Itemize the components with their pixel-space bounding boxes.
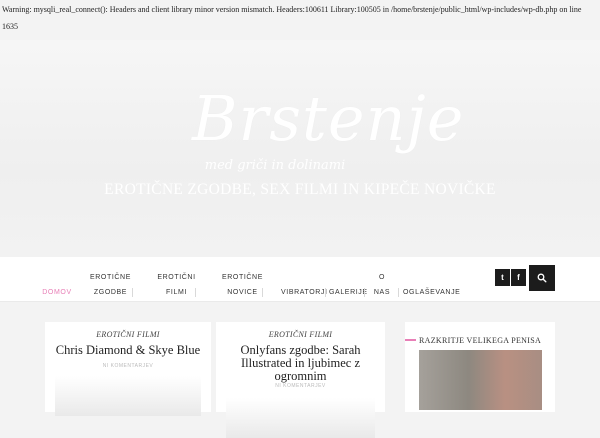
nav-separator xyxy=(325,288,326,297)
nav-item-label: EROTIČNE xyxy=(222,274,263,281)
post-category[interactable]: EROTIČNI FILMI xyxy=(216,330,385,339)
nav-separator xyxy=(195,288,196,297)
nav-item-label: VIBRATORJI xyxy=(281,289,328,296)
nav-separator xyxy=(262,288,263,297)
nav-item-label: DOMOV xyxy=(42,289,72,296)
nav-item-label: EROTIČNI xyxy=(157,274,196,281)
widget-accent xyxy=(405,339,416,341)
nav-item-domov[interactable]: DOMOV xyxy=(40,285,74,300)
nav-item-label: EROTIČNE xyxy=(90,274,131,281)
sidebar-widget: RAZKRITJE VELIKEGA PENISA xyxy=(405,322,555,412)
widget-image[interactable] xyxy=(419,350,542,410)
search-button[interactable] xyxy=(529,265,555,291)
nav-item-galerije[interactable]: GALERIJE xyxy=(329,285,367,300)
nav-item-eroticni-filmi[interactable]: EROTIČNI FILMI xyxy=(154,270,199,300)
site-tagline: EROTIČNE ZGODBE, SEX FILMI IN KIPEČE NOV… xyxy=(104,181,496,198)
nav-separator xyxy=(364,288,365,297)
nav-item-label: FILMI xyxy=(166,289,187,296)
nav-separator xyxy=(132,288,133,297)
nav-item-label: ZGODBE xyxy=(93,289,128,296)
post-card[interactable]: EROTIČNI FILMI Onlyfans zgodbe: Sarah Il… xyxy=(216,322,385,438)
nav-item-label: OGLAŠEVANJE xyxy=(403,289,461,296)
site-tagline-script: med griči in dolinami xyxy=(204,158,346,173)
nav-item-label: NOVICE xyxy=(227,289,258,296)
nav-item-label: GALERIJE xyxy=(329,289,368,296)
post-card[interactable]: EROTIČNI FILMI Chris Diamond & Skye Blue… xyxy=(45,322,211,416)
twitter-button[interactable]: t xyxy=(495,269,510,286)
facebook-icon: f xyxy=(517,273,520,282)
nav-separator xyxy=(398,288,399,297)
php-warning: Warning: mysqli_real_connect(): Headers … xyxy=(2,5,582,31)
site-header: Brstenje med griči in dolinami EROTIČNE … xyxy=(0,40,600,257)
site-logo[interactable]: Brstenje xyxy=(192,88,463,150)
nav-item-o-nas[interactable]: O NAS xyxy=(370,270,394,300)
post-thumbnail[interactable] xyxy=(55,376,201,416)
post-comments[interactable]: NI KOMENTARJEV xyxy=(216,383,385,389)
nav-item-label: NAS xyxy=(373,289,391,296)
facebook-button[interactable]: f xyxy=(511,269,526,286)
nav-item-eroticne-novice[interactable]: EROTIČNE NOVICE xyxy=(220,270,265,300)
nav-item-eroticne-zgodbe[interactable]: EROTIČNE ZGODBE xyxy=(88,270,133,300)
post-comments[interactable]: NI KOMENTARJEV xyxy=(45,363,211,369)
post-thumbnail[interactable] xyxy=(226,398,375,438)
nav-item-label: O xyxy=(378,274,386,281)
nav-item-vibratorji[interactable]: VIBRATORJI xyxy=(281,285,327,300)
post-title[interactable]: Onlyfans zgodbe: Sarah Illustrated in lj… xyxy=(222,344,379,383)
twitter-icon: t xyxy=(501,273,504,282)
widget-title: RAZKRITJE VELIKEGA PENISA xyxy=(419,336,542,345)
search-icon xyxy=(537,273,547,283)
post-category[interactable]: EROTIČNI FILMI xyxy=(45,330,211,339)
nav-item-oglasevanje[interactable]: OGLAŠEVANJE xyxy=(403,285,460,300)
post-title[interactable]: Chris Diamond & Skye Blue xyxy=(51,344,205,357)
